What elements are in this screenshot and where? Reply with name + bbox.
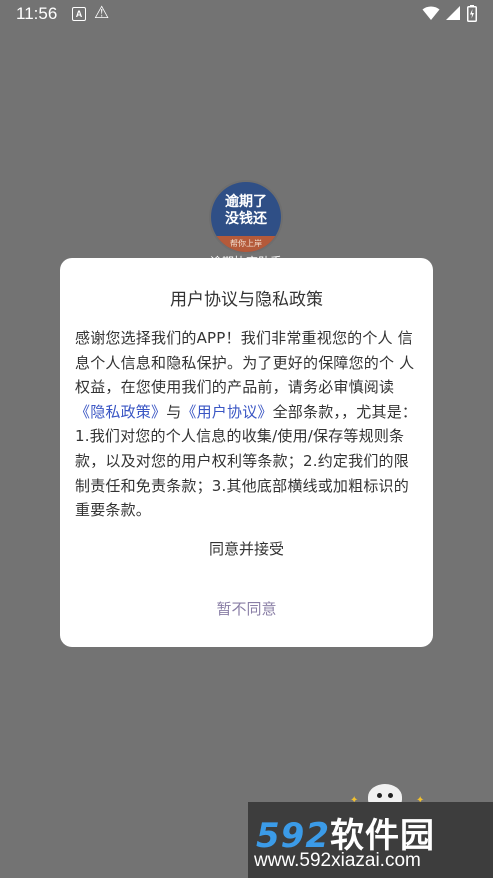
disagree-button[interactable]: 暂不同意 [120, 594, 373, 624]
battery-icon [467, 5, 477, 22]
app-logo-line2: 没钱还 [225, 211, 267, 227]
user-agreement-link[interactable]: 《用户协议》 [181, 403, 272, 421]
agree-button[interactable]: 同意并接受 [120, 534, 373, 564]
signal-icon [446, 6, 460, 20]
wifi-icon [422, 6, 440, 20]
dialog-connector: 与 [166, 402, 182, 421]
dialog-title: 用户协议与隐私政策 [170, 290, 323, 310]
app-logo-strip: 帮你上岸 [211, 236, 281, 252]
app-logo: 逾期了 没钱还 帮你上岸 [211, 182, 281, 252]
dialog-body-intro: 感谢您选择我们的APP！我们非常重视您的个人 信息个人信息和隐私保护。为了更好的… [75, 329, 415, 397]
status-time: 11:56 [16, 4, 58, 23]
watermark: 592软件园 www.592xiazai.com [248, 802, 493, 878]
status-bar: 11:56 A ⚠ [0, 0, 493, 30]
warning-icon: ⚠ [94, 3, 110, 23]
watermark-url: www.592xiazai.com [254, 850, 421, 871]
privacy-policy-link[interactable]: 《隐私政策》 [75, 403, 166, 421]
dialog-body: 感谢您选择我们的APP！我们非常重视您的个人 信息个人信息和隐私保护。为了更好的… [75, 326, 420, 523]
a-notification-icon: A [72, 7, 86, 21]
privacy-dialog: 用户协议与隐私政策 感谢您选择我们的APP！我们非常重视您的个人 信息个人信息和… [60, 258, 433, 647]
